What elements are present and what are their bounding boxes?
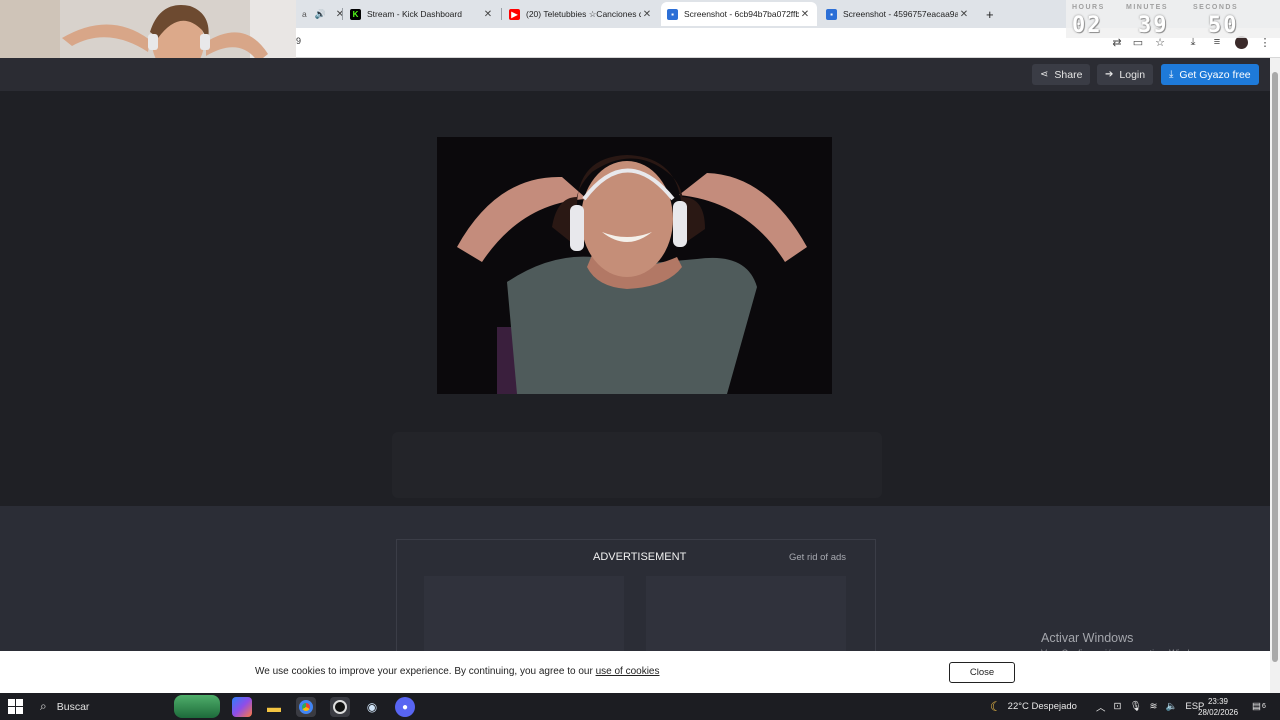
system-tray: ︿ ⊡ 🎙 ≋ 🔈 ESP: [1096, 693, 1204, 720]
login-button[interactable]: ➔ Login: [1097, 64, 1154, 85]
gyazo-icon: ▪: [667, 8, 678, 20]
tab-screenshot[interactable]: ▪ Screenshot - 4596757eacaa9af ✕: [820, 2, 976, 26]
ad-title: ADVERTISEMENT: [593, 551, 687, 563]
share-icon: ⋖: [1040, 69, 1049, 80]
login-icon: ➔: [1105, 69, 1114, 80]
timer-hours-label: HOURS: [1072, 4, 1105, 11]
tab-screenshot-active[interactable]: ▪ Screenshot - 6cb94b7ba072ffb ✕: [661, 2, 817, 26]
weather-text: 22°C Despejado: [1007, 701, 1077, 712]
timer-seconds-label: SECONDS: [1193, 4, 1239, 11]
tab-partial-label: a: [302, 9, 307, 19]
stream-timer: HOURS MINUTES SECONDS 02 39 50: [1066, 0, 1280, 38]
timer-minutes-label: MINUTES: [1126, 4, 1168, 11]
get-gyazo-label: Get Gyazo free: [1179, 68, 1251, 81]
obs-icon[interactable]: [330, 697, 350, 717]
cookie-text: We use cookies to improve your experienc…: [255, 666, 660, 677]
scrollbar-thumb[interactable]: [1272, 72, 1278, 662]
get-gyazo-button[interactable]: ⤓ Get Gyazo free: [1161, 64, 1259, 85]
url-fragment[interactable]: 9: [296, 36, 301, 46]
tab-partial[interactable]: a 🔊 ✕: [296, 2, 342, 26]
windows-taskbar: ⌕ Buscar ▬ ◉ ● ☾ 22°C Despejado ︿ ⊡ 🎙 ≋ …: [0, 693, 1280, 720]
ad-slot[interactable]: [646, 576, 846, 652]
microphone-icon[interactable]: 🎙: [1129, 701, 1141, 712]
cookie-policy-link[interactable]: use of cookies: [596, 666, 660, 677]
copilot-icon[interactable]: [232, 697, 252, 717]
close-icon[interactable]: ✕: [482, 9, 494, 20]
steam-icon[interactable]: ◉: [362, 697, 382, 717]
youtube-icon: ▶: [509, 8, 520, 20]
windows-start-icon[interactable]: [8, 699, 23, 714]
cookie-message: We use cookies to improve your experienc…: [255, 666, 596, 677]
taskbar-search[interactable]: ⌕ Buscar: [30, 693, 222, 720]
screenshot-image[interactable]: [437, 137, 832, 394]
tab-label: Screenshot - 4596757eacaa9af: [843, 9, 958, 19]
kick-icon: K: [350, 8, 361, 20]
moon-icon: ☾: [990, 698, 1002, 714]
weather-widget[interactable]: ☾ 22°C Despejado: [990, 693, 1077, 720]
notification-center[interactable]: ▤ 6: [1252, 693, 1266, 720]
cookie-close-button[interactable]: Close: [949, 662, 1015, 683]
clock-time: 23:39: [1207, 697, 1229, 706]
tab-label: (20) Teletubbies ☆Canciones d: [526, 8, 641, 19]
plus-icon: +: [986, 6, 994, 22]
download-icon: ⤓: [1169, 69, 1174, 80]
chrome-icon[interactable]: [296, 697, 316, 717]
speaker-icon[interactable]: 🔊: [315, 9, 326, 20]
chevron-up-icon[interactable]: ︿: [1096, 700, 1106, 714]
share-label: Share: [1054, 68, 1083, 81]
close-icon[interactable]: ✕: [799, 9, 811, 20]
close-icon[interactable]: ✕: [641, 9, 653, 20]
clock-date: 28/02/2026: [1198, 708, 1239, 717]
search-highlight-icon: [174, 695, 220, 718]
timer-hours: 02: [1072, 13, 1103, 38]
close-icon[interactable]: ✕: [334, 9, 342, 20]
tab-separator: [342, 8, 343, 20]
page-scrollbar[interactable]: [1270, 58, 1280, 693]
volume-icon[interactable]: 🔈: [1166, 701, 1178, 712]
windows-activation-title: Activar Windows: [1041, 631, 1134, 645]
new-tab-button[interactable]: +: [980, 2, 1000, 26]
notification-icon: ▤: [1252, 701, 1261, 712]
tab-separator: [501, 8, 502, 20]
close-icon[interactable]: ✕: [958, 9, 970, 20]
share-button[interactable]: ⋖ Share: [1032, 64, 1091, 85]
image-caption-placeholder: [392, 432, 882, 498]
search-icon: ⌕: [40, 699, 47, 713]
gyazo-icon: ▪: [826, 8, 837, 20]
network-icon[interactable]: ⊡: [1114, 701, 1122, 712]
search-placeholder: Buscar: [56, 700, 90, 713]
tab-label: Screenshot - 6cb94b7ba072ffb: [684, 9, 799, 19]
get-rid-of-ads-link[interactable]: Get rid of ads: [789, 552, 846, 563]
notification-count: 6: [1261, 703, 1266, 710]
login-label: Login: [1119, 68, 1146, 81]
tab-kick-dashboard[interactable]: K Stream - Kick Dashboard ✕: [344, 2, 500, 26]
discord-icon[interactable]: ●: [395, 697, 415, 717]
ad-slot[interactable]: [424, 576, 624, 652]
tab-teletubbies[interactable]: ▶ (20) Teletubbies ☆Canciones d ✕: [503, 2, 659, 26]
cookie-banner: We use cookies to improve your experienc…: [0, 651, 1270, 693]
timer-seconds: 50: [1208, 13, 1239, 38]
gyazo-header: ⋖ Share ➔ Login ⤓ Get Gyazo free: [0, 58, 1270, 91]
wifi-icon[interactable]: ≋: [1150, 701, 1158, 712]
file-explorer-icon[interactable]: ▬: [264, 697, 284, 717]
taskbar-clock[interactable]: 23:39 28/02/2026: [1198, 696, 1238, 718]
tab-label: Stream - Kick Dashboard: [367, 9, 462, 19]
timer-minutes: 39: [1138, 13, 1169, 38]
